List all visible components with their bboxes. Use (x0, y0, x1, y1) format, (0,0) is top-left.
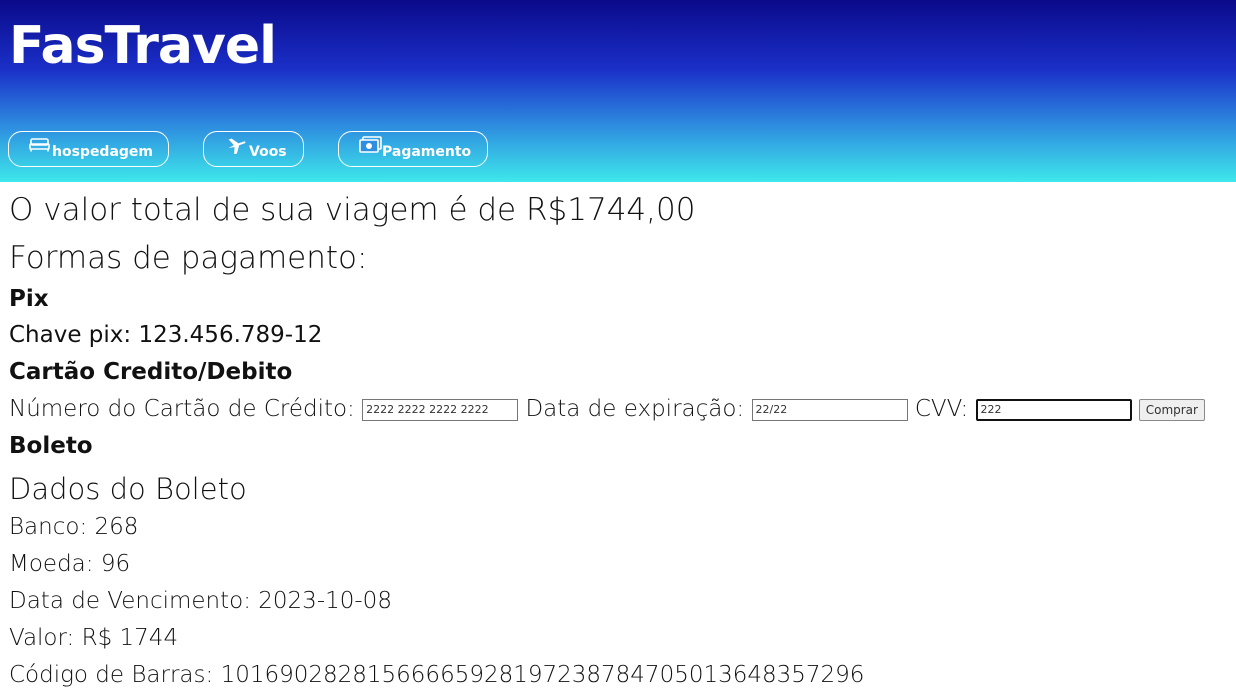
nav-voos-label: Voos (249, 144, 287, 160)
boleto-codigo-barras: Código de Barras: 1016902828156666592819… (9, 662, 865, 688)
card-title: Cartão Credito/Debito (9, 359, 293, 385)
boleto-moeda: Moeda: 96 (9, 551, 131, 577)
expiry-input[interactable] (751, 398, 908, 421)
boleto-banco: Banco: 268 (9, 514, 139, 540)
card-number-label: Número do Cartão de Crédito: (9, 396, 355, 422)
boleto-valor: Valor: R$ 1744 (9, 625, 179, 651)
bed-icon (29, 136, 51, 154)
expiry-label: Data de expiração: (525, 396, 745, 422)
airplane-icon (226, 136, 248, 155)
nav-voos-button[interactable]: Voos (203, 131, 304, 167)
buy-button[interactable]: Comprar (1138, 398, 1205, 421)
cvv-input[interactable] (975, 398, 1132, 421)
boleto-subtitle: Dados do Boleto (9, 472, 247, 506)
boleto-vencimento: Data de Vencimento: 2023-10-08 (9, 588, 392, 614)
card-form: Número do Cartão de Crédito: Data de exp… (9, 396, 1205, 422)
total-value-text: O valor total de sua viagem é de R$1744,… (9, 192, 696, 228)
pix-title: Pix (9, 286, 49, 312)
header: FasTravel hospedagem Voos Pagamento (0, 0, 1236, 182)
nav-pagamento-label: Pagamento (382, 144, 472, 160)
brand-logo[interactable]: FasTravel (9, 16, 277, 76)
nav-hospedagem-label: hospedagem (52, 144, 154, 160)
boleto-title: Boleto (9, 433, 93, 459)
payment-methods-heading: Formas de pagamento: (9, 240, 368, 276)
money-icon (359, 136, 382, 154)
nav-pagamento-button[interactable]: Pagamento (338, 131, 488, 167)
pix-key-text: Chave pix: 123.456.789-12 (9, 322, 323, 348)
cvv-label: CVV: (914, 396, 969, 422)
card-number-input[interactable] (362, 398, 519, 421)
nav-hospedagem-button[interactable]: hospedagem (8, 131, 169, 167)
